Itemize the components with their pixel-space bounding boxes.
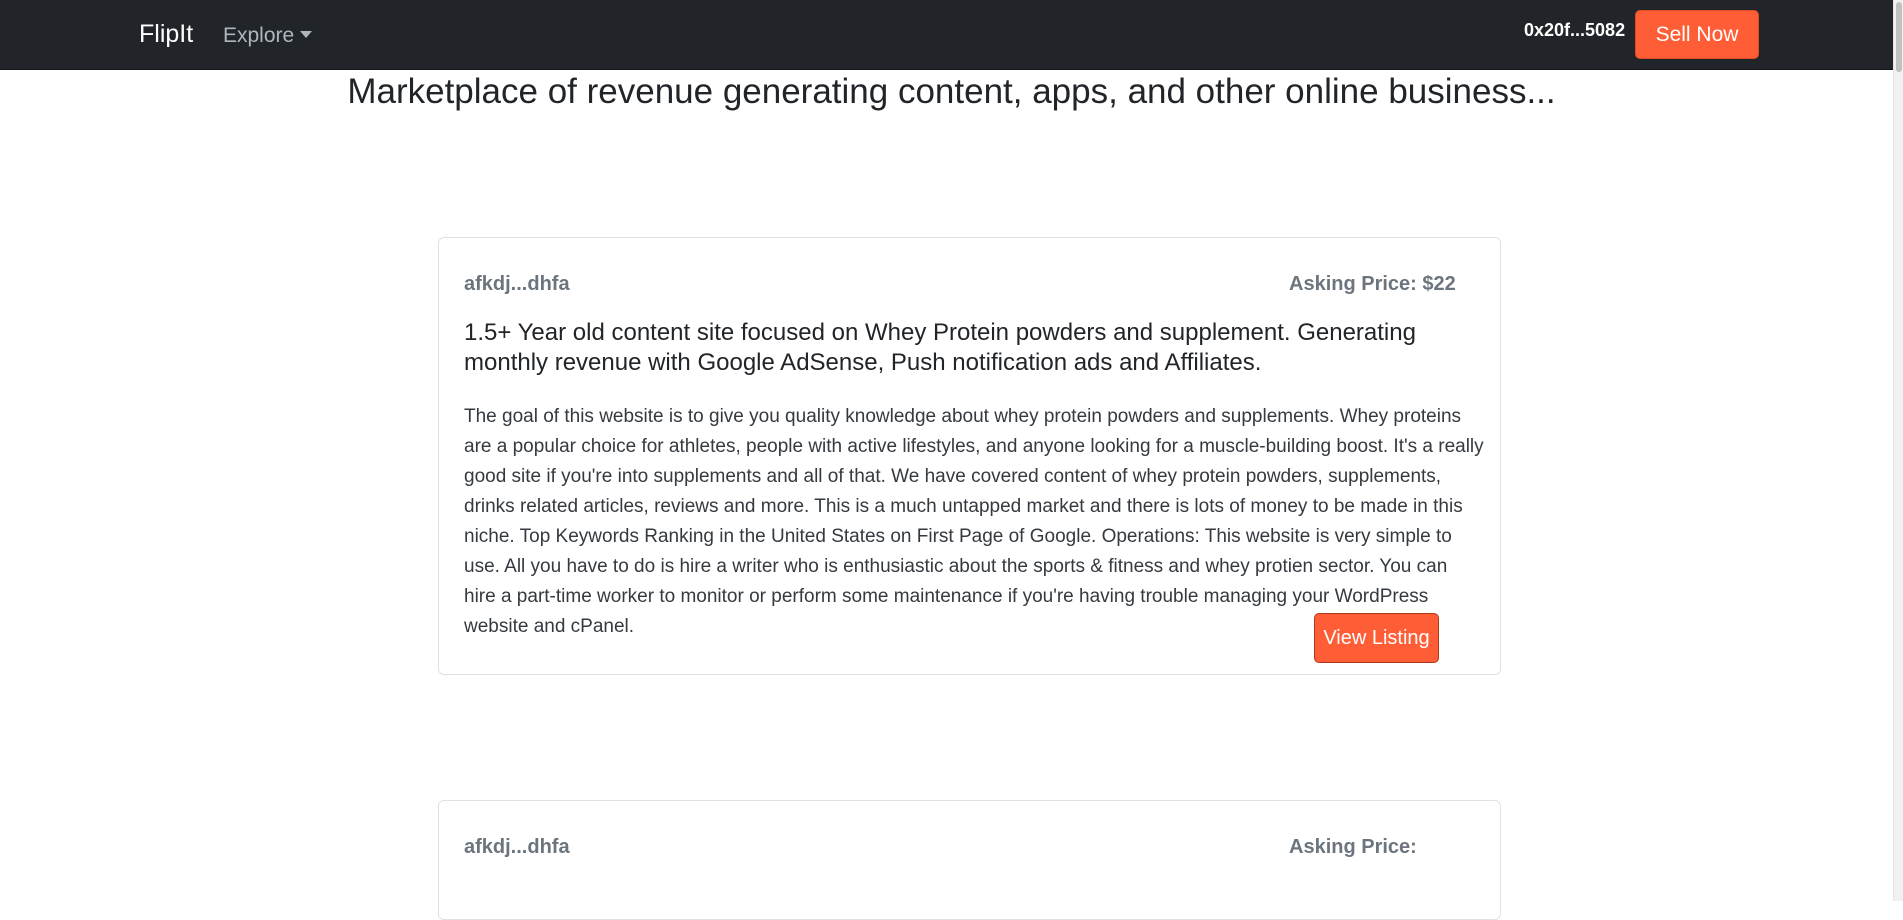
listing-description: The goal of this website is to give you … <box>464 406 1484 637</box>
listing-seller: afkdj...dhfa <box>464 836 570 858</box>
listing-card: afkdj...dhfa Asking Price: <box>438 800 1501 920</box>
page-scrollbar[interactable] <box>1893 0 1903 901</box>
sell-now-button[interactable]: Sell Now <box>1635 10 1759 59</box>
listing-asking-price: Asking Price: $22 <box>1289 273 1456 295</box>
explore-dropdown[interactable]: Explore <box>223 24 313 48</box>
view-listing-button[interactable]: View Listing <box>1314 613 1439 663</box>
page-title: Marketplace of revenue generating conten… <box>347 72 1556 111</box>
caret-down-icon <box>300 31 313 38</box>
listing-card: afkdj...dhfa Asking Price: $22 1.5+ Year… <box>438 237 1501 675</box>
scrollbar-thumb[interactable] <box>1896 2 1902 72</box>
listing-seller: afkdj...dhfa <box>464 273 570 295</box>
brand-logo-link[interactable]: FlipIt <box>139 20 193 49</box>
listing-title: 1.5+ Year old content site focused on Wh… <box>464 319 1416 376</box>
top-navbar: FlipIt Explore 0x20f...5082 Sell Now <box>0 0 1903 70</box>
explore-label: Explore <box>223 24 295 47</box>
listing-asking-price: Asking Price: <box>1289 836 1417 858</box>
wallet-address: 0x20f...5082 <box>1524 20 1626 40</box>
